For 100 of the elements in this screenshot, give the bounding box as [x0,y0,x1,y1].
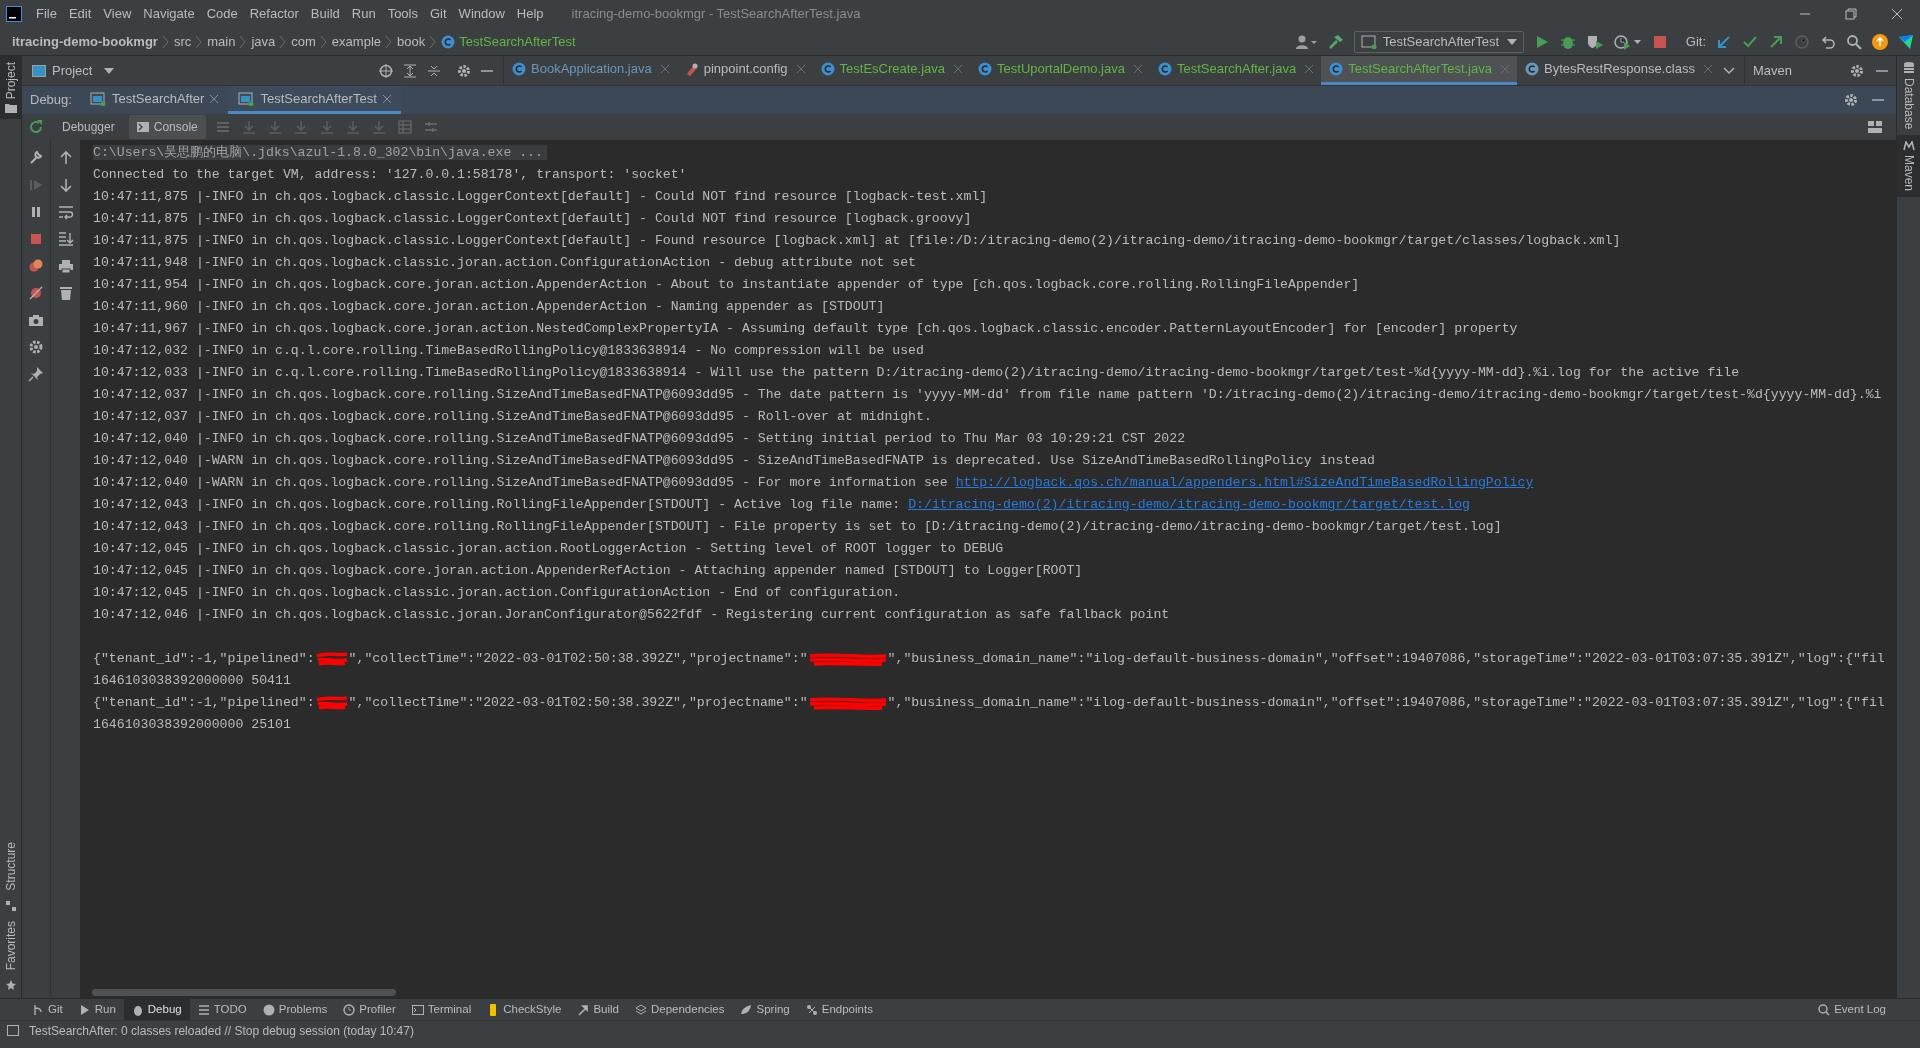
tool-window-tab[interactable]: Terminal [403,999,480,1020]
menu-item[interactable]: Build [306,4,344,24]
hammer-icon[interactable] [1327,33,1344,50]
expand-all-icon[interactable] [403,63,417,78]
breadcrumb-item[interactable]: example [331,31,381,52]
tool-window-button[interactable]: Database [1896,56,1920,136]
wrench-icon[interactable] [28,150,44,166]
print-icon[interactable] [57,258,74,274]
close-icon[interactable] [660,65,669,73]
undo-icon[interactable] [1820,33,1836,50]
mute-breakpoints-icon[interactable] [28,285,44,301]
settings-icon[interactable] [1844,93,1858,107]
tool-window-tab[interactable]: Build [569,999,627,1020]
tool-window-tab[interactable]: Endpoints [797,999,881,1020]
status-window-icon[interactable] [7,1025,19,1036]
menu-item[interactable]: Tools [383,4,422,24]
user-icon[interactable] [1295,33,1318,50]
close-icon[interactable] [1305,65,1314,73]
close-icon[interactable] [796,65,805,73]
file-link[interactable]: http://logback.qos.ch/manual/appenders.html#SizeAndTimeBasedRollingPolicy [955,475,1534,490]
soft-wrap-icon[interactable] [57,204,74,220]
tool-window-button[interactable]: Maven [1896,135,1920,198]
debug-session-tab[interactable]: TestSearchAfter [79,86,229,114]
locate-icon[interactable] [379,63,393,78]
breadcrumb-item[interactable]: TestSearchAfterTest [459,31,576,52]
push-arrow-icon[interactable] [1768,33,1784,50]
list-icon[interactable] [215,120,230,134]
menu-item[interactable]: Run [347,4,380,24]
table-icon[interactable] [397,120,412,134]
panel-title[interactable]: Project [52,60,93,81]
menu-item[interactable]: Help [512,4,548,24]
tool-window-tab[interactable]: Profiler [335,999,404,1020]
horizontal-scrollbar[interactable] [92,989,396,996]
settings-icon[interactable] [457,63,471,78]
breadcrumb-item[interactable]: com [291,31,316,52]
update-icon[interactable] [1872,33,1888,50]
menu-item[interactable]: Navigate [139,4,199,24]
menu-item[interactable]: Code [202,4,242,24]
menu-item[interactable]: File [32,4,61,24]
tool-window-button[interactable]: Favorites [1,920,20,970]
tool-window-button[interactable]: Structure [1,841,20,891]
close-icon[interactable] [954,65,963,73]
scroll-to-end-icon[interactable] [57,231,74,247]
debugger-view-tab[interactable]: Debugger [54,115,123,139]
rerun-icon[interactable] [28,119,44,135]
tool-window-tab[interactable]: Run [70,999,124,1020]
profiler-icon[interactable] [1613,33,1642,50]
editor-tab[interactable]: TestSearchAfterTest.java [1321,56,1517,85]
file-link[interactable]: D:/itracing-demo(2)/itracing-demo/itracing-demo-bookmgr/target/test.log [908,497,1471,512]
drop-frame-icon[interactable] [345,120,360,134]
breakpoints-icon[interactable] [28,258,44,274]
close-icon[interactable] [1704,65,1712,73]
settings-icon[interactable] [28,339,44,355]
caret-icon[interactable] [104,67,115,74]
menu-item[interactable]: Edit [64,4,96,24]
step-over-icon[interactable] [241,120,256,134]
tool-window-tab[interactable]: Spring [732,999,798,1020]
event-log-button[interactable]: Event Log [1834,1000,1886,1019]
update-arrow-icon[interactable] [1716,33,1732,50]
close-icon[interactable] [1133,65,1142,73]
breadcrumb-item[interactable]: book [397,31,426,52]
force-step-into-icon[interactable] [293,120,308,134]
run-config-dropdown[interactable]: TestSearchAfterTest [1353,30,1524,53]
menu-item[interactable]: Refactor [245,4,303,24]
down-arrow-icon[interactable] [57,177,74,193]
breadcrumb-project[interactable]: itracing-demo-bookmgr [12,31,158,52]
project-tool-button[interactable]: Project [0,56,22,120]
camera-icon[interactable] [28,312,44,328]
history-icon[interactable] [1794,33,1810,50]
toolbox-icon[interactable] [1898,33,1914,50]
menu-item[interactable]: View [99,4,136,24]
resume-icon[interactable] [28,177,44,193]
tool-window-tab[interactable]: Git [24,999,71,1020]
tool-window-tab[interactable]: Dependencies [626,999,733,1020]
breadcrumb-item[interactable]: main [207,31,236,52]
tool-window-tab[interactable]: TODO [189,999,255,1020]
coverage-icon[interactable] [1585,33,1604,50]
close-icon[interactable] [382,94,391,103]
debugger-view-tab[interactable]: Console [128,115,206,139]
tool-window-tab[interactable]: Debug [123,999,190,1020]
stop-icon[interactable] [28,231,44,247]
menu-item[interactable]: Git [426,4,451,24]
breadcrumb-item[interactable]: src [173,31,192,52]
collapse-all-icon[interactable] [427,63,441,78]
close-icon[interactable] [210,94,219,103]
tool-window-tab[interactable]: Problems [254,999,336,1020]
stop-icon[interactable] [1651,33,1668,50]
tool-window-tab[interactable]: CheckStyle [479,999,570,1020]
panel-title[interactable]: Maven [1753,60,1793,81]
pin-icon[interactable] [28,366,44,382]
layout-icon[interactable] [1868,121,1882,133]
trash-icon[interactable] [57,285,74,301]
run-to-cursor-icon[interactable] [371,120,386,134]
step-into-icon[interactable] [267,120,282,134]
menu-item[interactable]: Window [454,4,509,24]
search-icon[interactable] [1846,33,1862,50]
step-out-icon[interactable] [319,120,334,134]
debug-session-tab[interactable]: TestSearchAfterTest [228,86,401,114]
settings-icon[interactable] [1850,63,1864,78]
breadcrumb-item[interactable]: java [251,31,276,52]
